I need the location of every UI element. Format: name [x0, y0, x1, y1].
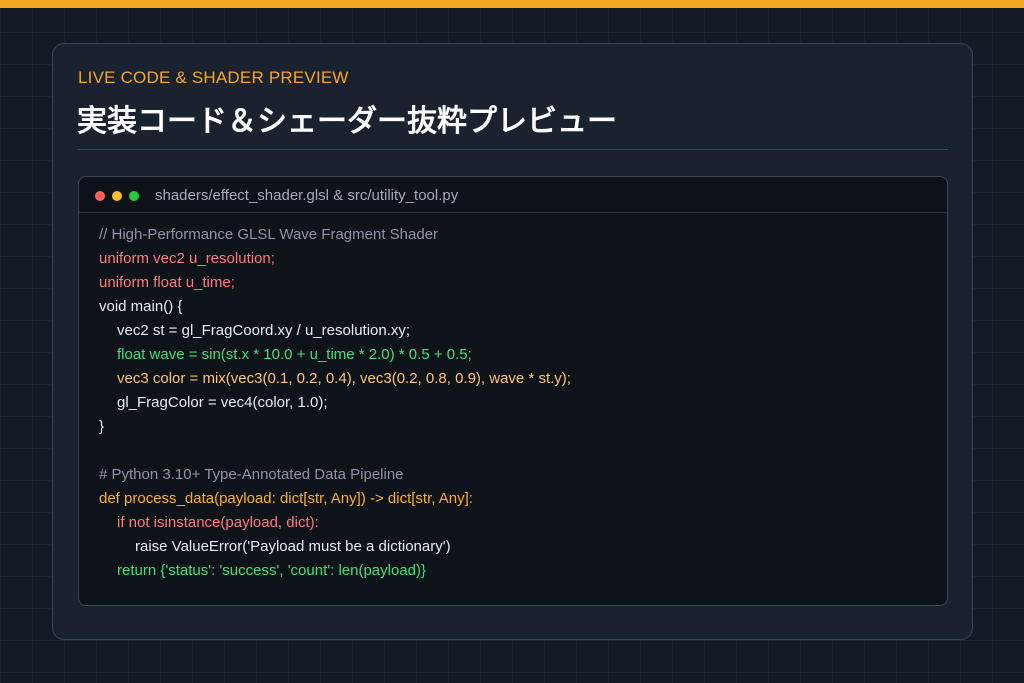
section-kicker: LIVE CODE & SHADER PREVIEW — [78, 68, 349, 87]
code-line: vec3 color = mix(vec3(0.1, 0.2, 0.4), ve… — [117, 370, 571, 387]
code-line: gl_FragColor = vec4(color, 1.0); — [117, 394, 328, 411]
code-body[interactable]: // High-Performance GLSL Wave Fragment S… — [99, 223, 571, 583]
code-line: float wave = sin(st.x * 10.0 + u_time * … — [117, 346, 472, 363]
code-line: // High-Performance GLSL Wave Fragment S… — [99, 226, 439, 243]
code-line: def process_data(payload: dict[str, Any]… — [99, 490, 473, 507]
title-divider — [77, 149, 948, 150]
file-path-label: shaders/effect_shader.glsl & src/utility… — [155, 187, 459, 204]
code-line: } — [99, 418, 105, 435]
code-line: # Python 3.10+ Type-Annotated Data Pipel… — [99, 466, 404, 483]
accent-top-bar — [0, 0, 1024, 8]
page-title: 実装コード＆シェーダー抜粋プレビュー — [77, 104, 617, 139]
code-line: void main() { — [99, 298, 183, 315]
code-editor-window: shaders/effect_shader.glsl & src/utility… — [78, 176, 948, 606]
code-line: raise ValueError('Payload must be a dict… — [135, 538, 451, 555]
code-line: uniform float u_time; — [99, 274, 235, 291]
preview-card: LIVE CODE & SHADER PREVIEW 実装コード＆シェーダー抜粋… — [52, 43, 973, 640]
code-line: uniform vec2 u_resolution; — [99, 250, 275, 267]
editor-titlebar: shaders/effect_shader.glsl & src/utility… — [79, 177, 947, 213]
maximize-window-icon[interactable] — [129, 191, 139, 201]
minimize-window-icon[interactable] — [112, 191, 122, 201]
code-line: vec2 st = gl_FragCoord.xy / u_resolution… — [117, 322, 411, 339]
code-line: return {'status': 'success', 'count': le… — [117, 562, 427, 579]
close-window-icon[interactable] — [95, 191, 105, 201]
code-line: if not isinstance(payload, dict): — [117, 514, 319, 531]
